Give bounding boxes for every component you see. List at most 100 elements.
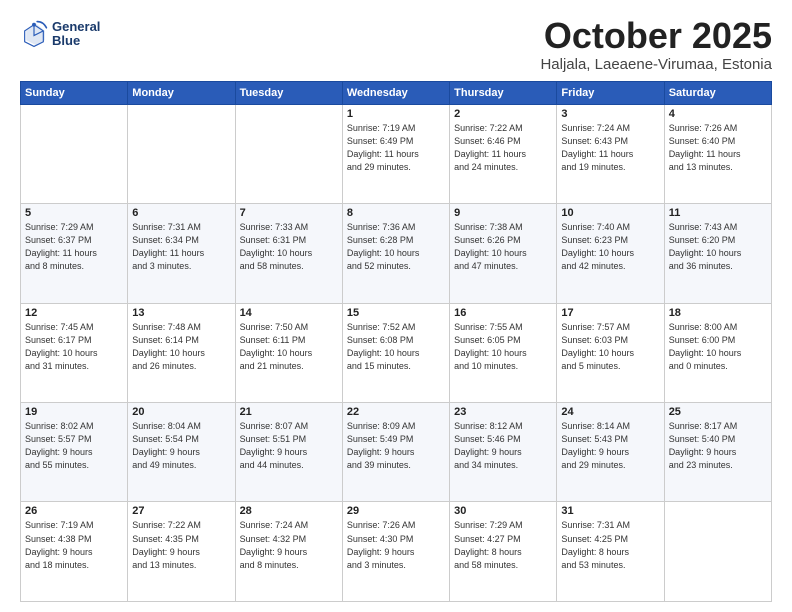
week-row-0: 1 Sunrise: 7:19 AM Sunset: 6:49 PM Daylig… (21, 104, 772, 203)
day-info: Sunrise: 7:55 AM Sunset: 6:05 PM Dayligh… (454, 321, 552, 373)
day-number: 23 (454, 406, 552, 418)
calendar-cell: 29 Sunrise: 7:26 AM Sunset: 4:30 PM Dayli… (342, 502, 449, 602)
day-number: 16 (454, 307, 552, 319)
header-wednesday: Wednesday (342, 81, 449, 104)
day-number: 11 (669, 207, 767, 219)
day-info: Sunrise: 8:00 AM Sunset: 6:00 PM Dayligh… (669, 321, 767, 373)
calendar-cell: 17 Sunrise: 7:57 AM Sunset: 6:03 PM Dayli… (557, 303, 664, 402)
day-number: 12 (25, 307, 123, 319)
page: General Blue October 2025 Haljala, Laeae… (0, 0, 792, 612)
day-info: Sunrise: 8:14 AM Sunset: 5:43 PM Dayligh… (561, 420, 659, 472)
calendar-body: 1 Sunrise: 7:19 AM Sunset: 6:49 PM Daylig… (21, 104, 772, 601)
calendar-cell: 15Sunrise: 7:52 AM Sunset: 6:08 PM Dayli… (342, 303, 449, 402)
week-row-3: 19 Sunrise: 8:02 AM Sunset: 5:57 PM Dayli… (21, 403, 772, 502)
location-subtitle: Haljala, Laeaene-Virumaa, Estonia (540, 56, 772, 73)
day-number: 29 (347, 505, 445, 517)
day-info: Sunrise: 8:04 AM Sunset: 5:54 PM Dayligh… (132, 420, 230, 472)
calendar-cell: 10 Sunrise: 7:40 AM Sunset: 6:23 PM Dayli… (557, 204, 664, 303)
day-number: 14 (240, 307, 338, 319)
logo-text: General Blue (52, 20, 100, 49)
day-number: 18 (669, 307, 767, 319)
day-info: Sunrise: 8:09 AM Sunset: 5:49 PM Dayligh… (347, 420, 445, 472)
header-monday: Monday (128, 81, 235, 104)
day-info: Sunrise: 7:40 AM Sunset: 6:23 PM Dayligh… (561, 221, 659, 273)
day-info: Sunrise: 7:22 AM Sunset: 6:46 PM Dayligh… (454, 122, 552, 174)
day-info: Sunrise: 7:22 AM Sunset: 4:35 PM Dayligh… (132, 519, 230, 571)
day-info: Sunrise: 7:29 AM Sunset: 6:37 PM Dayligh… (25, 221, 123, 273)
day-number: 25 (669, 406, 767, 418)
day-info: Sunrise: 8:17 AM Sunset: 5:40 PM Dayligh… (669, 420, 767, 472)
calendar-cell (235, 104, 342, 203)
week-row-2: 12 Sunrise: 7:45 AM Sunset: 6:17 PM Dayli… (21, 303, 772, 402)
header-thursday: Thursday (450, 81, 557, 104)
calendar-cell: 4 Sunrise: 7:26 AM Sunset: 6:40 PM Daylig… (664, 104, 771, 203)
day-info: Sunrise: 8:07 AM Sunset: 5:51 PM Dayligh… (240, 420, 338, 472)
calendar-cell: 26Sunrise: 7:19 AM Sunset: 4:38 PM Dayli… (21, 502, 128, 602)
header-tuesday: Tuesday (235, 81, 342, 104)
day-info: Sunrise: 7:50 AM Sunset: 6:11 PM Dayligh… (240, 321, 338, 373)
day-info: Sunrise: 7:38 AM Sunset: 6:26 PM Dayligh… (454, 221, 552, 273)
day-info: Sunrise: 7:33 AM Sunset: 6:31 PM Dayligh… (240, 221, 338, 273)
calendar-cell: 18 Sunrise: 8:00 AM Sunset: 6:00 PM Dayli… (664, 303, 771, 402)
header-sunday: Sunday (21, 81, 128, 104)
day-number: 27 (132, 505, 230, 517)
calendar-cell: 25 Sunrise: 8:17 AM Sunset: 5:40 PM Dayli… (664, 403, 771, 502)
week-row-1: 5 Sunrise: 7:29 AM Sunset: 6:37 PM Daylig… (21, 204, 772, 303)
day-info: Sunrise: 7:31 AM Sunset: 6:34 PM Dayligh… (132, 221, 230, 273)
header-friday: Friday (557, 81, 664, 104)
day-number: 1 (347, 108, 445, 120)
day-number: 2 (454, 108, 552, 120)
logo-line1: General (52, 20, 100, 34)
day-number: 26 (25, 505, 123, 517)
day-number: 10 (561, 207, 659, 219)
day-number: 15 (347, 307, 445, 319)
logo: General Blue (20, 20, 100, 49)
day-info: Sunrise: 8:02 AM Sunset: 5:57 PM Dayligh… (25, 420, 123, 472)
day-info: Sunrise: 7:26 AM Sunset: 6:40 PM Dayligh… (669, 122, 767, 174)
calendar-cell: 1 Sunrise: 7:19 AM Sunset: 6:49 PM Daylig… (342, 104, 449, 203)
day-number: 9 (454, 207, 552, 219)
calendar-cell: 20Sunrise: 8:04 AM Sunset: 5:54 PM Dayli… (128, 403, 235, 502)
day-info: Sunrise: 7:45 AM Sunset: 6:17 PM Dayligh… (25, 321, 123, 373)
day-info: Sunrise: 7:29 AM Sunset: 4:27 PM Dayligh… (454, 519, 552, 571)
calendar-cell: 11Sunrise: 7:43 AM Sunset: 6:20 PM Dayli… (664, 204, 771, 303)
header: General Blue October 2025 Haljala, Laeae… (20, 16, 772, 73)
logo-icon (20, 20, 48, 48)
day-number: 28 (240, 505, 338, 517)
day-info: Sunrise: 7:31 AM Sunset: 4:25 PM Dayligh… (561, 519, 659, 571)
calendar-cell: 23Sunrise: 8:12 AM Sunset: 5:46 PM Dayli… (450, 403, 557, 502)
calendar-cell: 12 Sunrise: 7:45 AM Sunset: 6:17 PM Dayli… (21, 303, 128, 402)
calendar-cell: 3Sunrise: 7:24 AM Sunset: 6:43 PM Daylig… (557, 104, 664, 203)
calendar-header: Sunday Monday Tuesday Wednesday Thursday… (21, 81, 772, 104)
day-number: 22 (347, 406, 445, 418)
month-title: October 2025 (540, 16, 772, 56)
calendar-cell: 16 Sunrise: 7:55 AM Sunset: 6:05 PM Dayli… (450, 303, 557, 402)
day-number: 7 (240, 207, 338, 219)
calendar-cell: 24 Sunrise: 8:14 AM Sunset: 5:43 PM Dayli… (557, 403, 664, 502)
day-info: Sunrise: 7:36 AM Sunset: 6:28 PM Dayligh… (347, 221, 445, 273)
calendar-cell: 21 Sunrise: 8:07 AM Sunset: 5:51 PM Dayli… (235, 403, 342, 502)
calendar-cell: 19 Sunrise: 8:02 AM Sunset: 5:57 PM Dayli… (21, 403, 128, 502)
day-number: 4 (669, 108, 767, 120)
day-info: Sunrise: 7:19 AM Sunset: 6:49 PM Dayligh… (347, 122, 445, 174)
header-saturday: Saturday (664, 81, 771, 104)
day-info: Sunrise: 7:57 AM Sunset: 6:03 PM Dayligh… (561, 321, 659, 373)
day-number: 30 (454, 505, 552, 517)
day-number: 13 (132, 307, 230, 319)
calendar: Sunday Monday Tuesday Wednesday Thursday… (20, 81, 772, 602)
day-number: 21 (240, 406, 338, 418)
calendar-cell (128, 104, 235, 203)
day-number: 24 (561, 406, 659, 418)
day-info: Sunrise: 7:48 AM Sunset: 6:14 PM Dayligh… (132, 321, 230, 373)
title-block: October 2025 Haljala, Laeaene-Virumaa, E… (540, 16, 772, 73)
calendar-cell: 2 Sunrise: 7:22 AM Sunset: 6:46 PM Daylig… (450, 104, 557, 203)
calendar-cell: 22 Sunrise: 8:09 AM Sunset: 5:49 PM Dayli… (342, 403, 449, 502)
calendar-cell: 28Sunrise: 7:24 AM Sunset: 4:32 PM Dayli… (235, 502, 342, 602)
week-row-4: 26Sunrise: 7:19 AM Sunset: 4:38 PM Dayli… (21, 502, 772, 602)
day-number: 5 (25, 207, 123, 219)
day-number: 19 (25, 406, 123, 418)
day-number: 8 (347, 207, 445, 219)
day-number: 31 (561, 505, 659, 517)
day-number: 17 (561, 307, 659, 319)
day-info: Sunrise: 7:26 AM Sunset: 4:30 PM Dayligh… (347, 519, 445, 571)
